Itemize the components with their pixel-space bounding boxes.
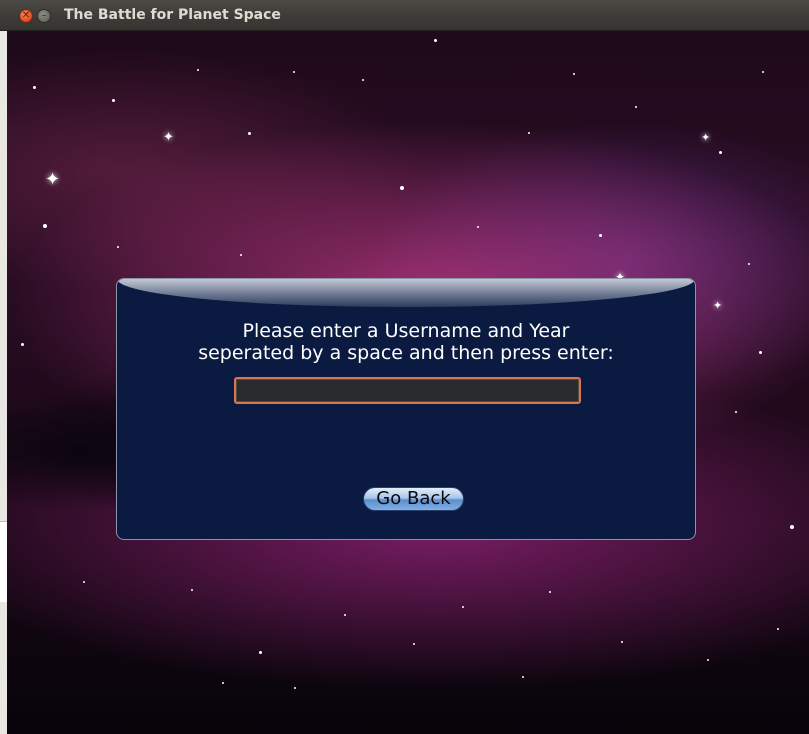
star	[362, 79, 364, 81]
star	[293, 71, 295, 73]
login-dialog: Please enter a Username and Year seperat…	[116, 278, 696, 540]
star	[294, 687, 296, 689]
star	[83, 581, 85, 583]
star	[43, 224, 47, 228]
star	[21, 343, 24, 346]
star	[259, 651, 262, 654]
star	[573, 73, 575, 75]
background-window-edge	[0, 31, 7, 734]
star	[240, 254, 242, 256]
star	[112, 99, 115, 102]
star	[477, 226, 479, 228]
title-bar[interactable]: ✕ – The Battle for Planet Space	[0, 0, 809, 31]
star	[759, 351, 762, 354]
prompt-line-2: seperated by a space and then press ente…	[198, 342, 614, 364]
dialog-header-gloss	[117, 279, 695, 307]
bright-star: ✦	[713, 299, 723, 312]
star	[762, 71, 764, 73]
star	[735, 411, 737, 413]
star	[117, 246, 119, 248]
star	[191, 589, 193, 591]
window-title: The Battle for Planet Space	[64, 7, 281, 23]
star	[635, 106, 637, 108]
username-year-input[interactable]	[234, 377, 581, 404]
star	[719, 151, 722, 154]
star	[222, 682, 224, 684]
star	[434, 39, 437, 42]
star	[777, 628, 779, 630]
star	[248, 132, 251, 135]
bright-star: ✦	[701, 131, 711, 144]
bright-star: ✦	[163, 130, 174, 145]
bright-star: ✦	[45, 169, 61, 190]
star	[621, 641, 623, 643]
star	[33, 86, 36, 89]
prompt-line-1: Please enter a Username and Year	[242, 320, 570, 342]
star	[462, 606, 464, 608]
star	[197, 69, 199, 71]
background-window-fragment	[0, 521, 7, 602]
star	[549, 591, 551, 593]
star	[528, 132, 530, 134]
app-window: ✕ – The Battle for Planet Space ✦ ✦ ✦ ✦ …	[0, 0, 809, 734]
go-back-button[interactable]: Go Back	[363, 487, 464, 511]
star	[707, 659, 709, 661]
prompt-text: Please enter a Username and Year seperat…	[117, 320, 695, 364]
star	[413, 643, 415, 645]
star	[790, 525, 794, 529]
star	[748, 263, 750, 265]
star	[599, 234, 602, 237]
minimize-icon[interactable]: –	[37, 9, 51, 23]
star	[344, 614, 346, 616]
star	[522, 676, 524, 678]
star	[400, 186, 404, 190]
close-icon[interactable]: ✕	[19, 9, 33, 23]
